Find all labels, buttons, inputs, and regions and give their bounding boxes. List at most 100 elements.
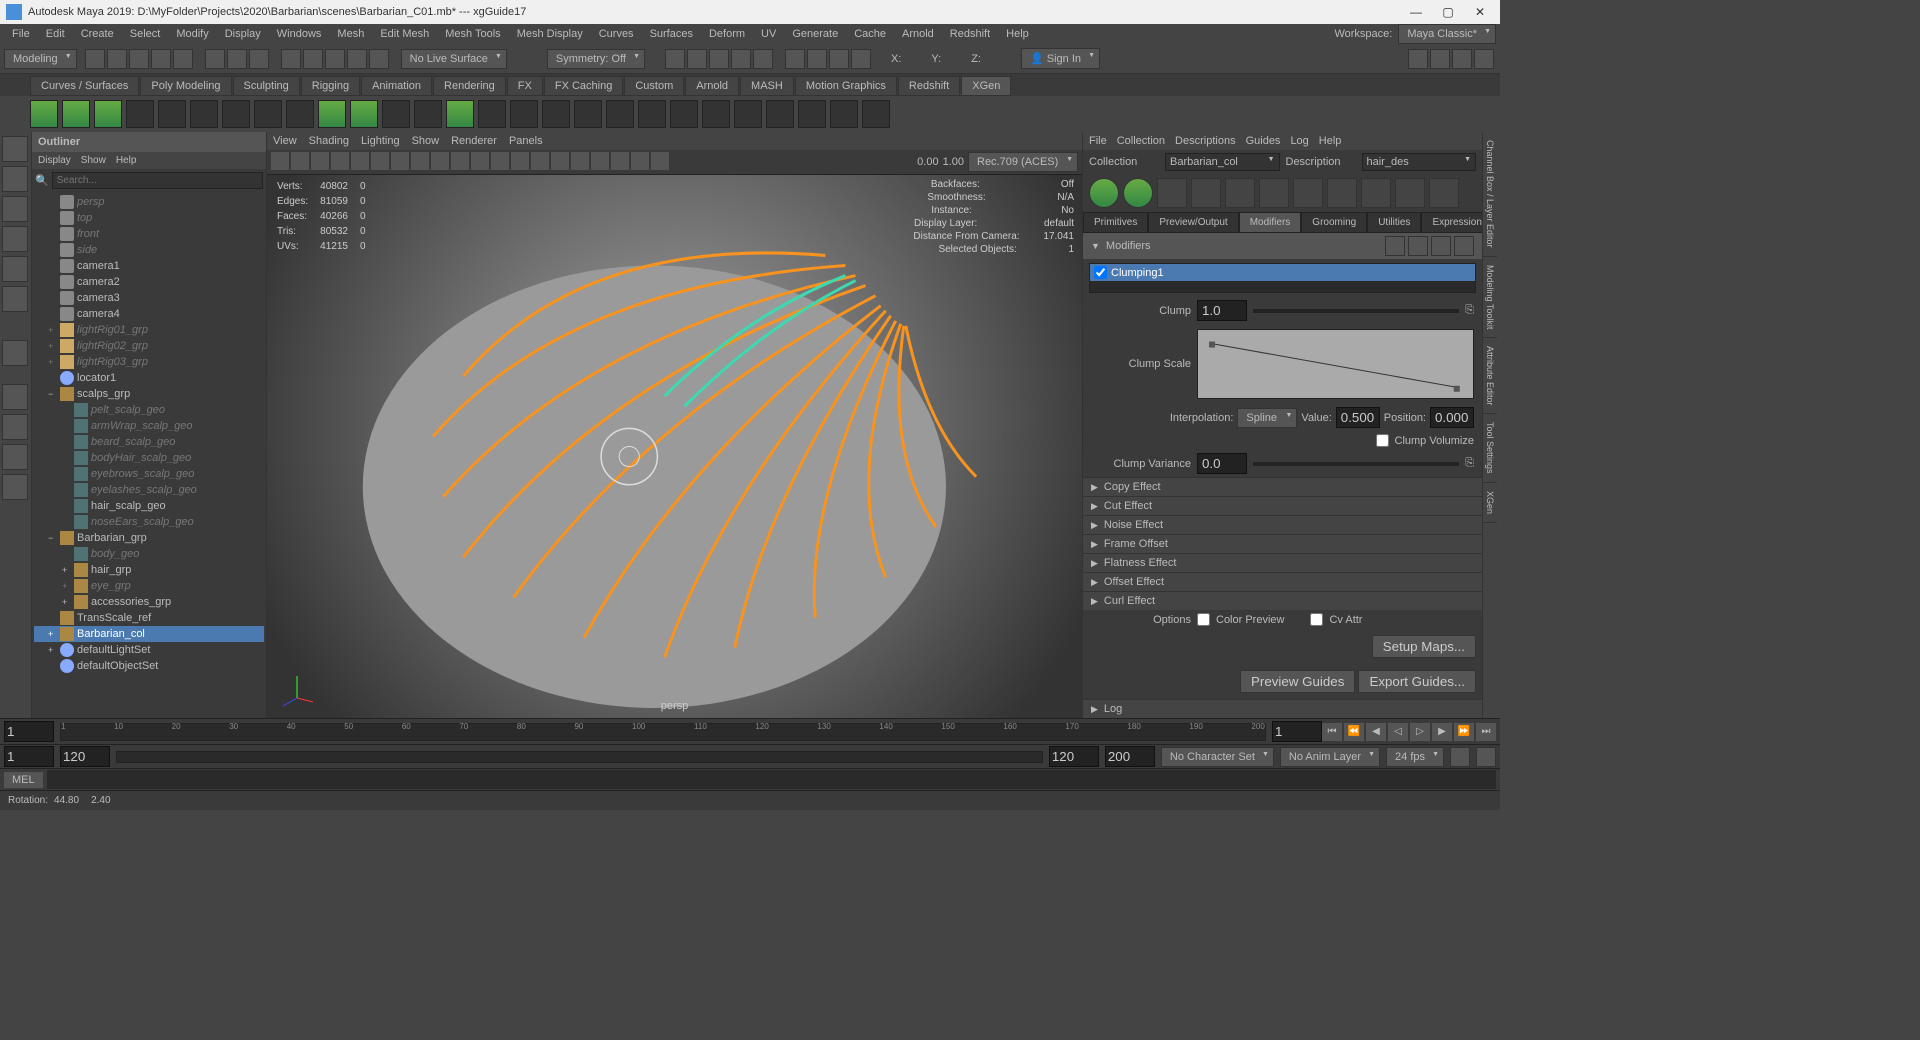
- tree-item[interactable]: +lightRig02_grp: [34, 338, 264, 354]
- log-section[interactable]: ▶Log: [1083, 699, 1482, 718]
- collection-dropdown[interactable]: Barbarian_col: [1165, 153, 1280, 171]
- tree-item[interactable]: beard_scalp_geo: [34, 434, 264, 450]
- shelf-tab-curves[interactable]: Curves / Surfaces: [30, 76, 139, 96]
- xgen-shelf-icon[interactable]: [798, 100, 826, 128]
- xgen-tab-grooming[interactable]: Grooming: [1301, 212, 1367, 233]
- shelf-tab-anim[interactable]: Animation: [361, 76, 432, 96]
- tree-item[interactable]: +hair_grp: [34, 562, 264, 578]
- new-icon[interactable]: [85, 49, 105, 69]
- modifier-item[interactable]: Clumping1: [1090, 264, 1475, 281]
- description-dropdown[interactable]: hair_des: [1362, 153, 1477, 171]
- viewport-canvas[interactable]: persp: [267, 175, 1082, 718]
- lasso-icon[interactable]: [227, 49, 247, 69]
- xgen-shelf-icon[interactable]: [190, 100, 218, 128]
- mod-add-icon[interactable]: [1385, 236, 1405, 256]
- effect-row[interactable]: ▶Noise Effect: [1083, 515, 1482, 534]
- outliner-menu-display[interactable]: Display: [38, 155, 71, 166]
- vp-icon[interactable]: [291, 152, 309, 170]
- effect-row[interactable]: ▶Copy Effect: [1083, 477, 1482, 496]
- clump-input[interactable]: [1197, 300, 1247, 321]
- rotate-tool[interactable]: [2, 256, 28, 282]
- xgen-icon[interactable]: [1157, 178, 1187, 208]
- xgen-tab-primitives[interactable]: Primitives: [1083, 212, 1148, 233]
- fps-dropdown[interactable]: 24 fps: [1386, 747, 1444, 767]
- open-icon[interactable]: [107, 49, 127, 69]
- right-tab-attribute[interactable]: Attribute Editor: [1483, 338, 1497, 415]
- vp-icon[interactable]: [391, 152, 409, 170]
- right-tab-channelbox[interactable]: Channel Box / Layer Editor: [1483, 132, 1497, 257]
- modifier-enable[interactable]: [1094, 266, 1107, 279]
- menu-curves[interactable]: Curves: [591, 26, 642, 42]
- play-fwd-icon[interactable]: [829, 49, 849, 69]
- effect-row[interactable]: ▶Frame Offset: [1083, 534, 1482, 553]
- vp-icon[interactable]: [431, 152, 449, 170]
- script-lang-button[interactable]: MEL: [4, 772, 43, 788]
- autokey-icon[interactable]: [1450, 747, 1470, 767]
- xgen-shelf-icon[interactable]: [446, 100, 474, 128]
- menu-create[interactable]: Create: [73, 26, 122, 42]
- menu-surfaces[interactable]: Surfaces: [642, 26, 701, 42]
- vp-icon[interactable]: [551, 152, 569, 170]
- xgen-shelf-icon[interactable]: [542, 100, 570, 128]
- xgen-shelf-icon[interactable]: [830, 100, 858, 128]
- symmetry-dropdown[interactable]: Symmetry: Off: [547, 49, 645, 69]
- range-start-input[interactable]: [4, 746, 54, 767]
- paint-icon[interactable]: [249, 49, 269, 69]
- vp-icon[interactable]: [571, 152, 589, 170]
- layout-two[interactable]: [2, 444, 28, 470]
- mod-del-icon[interactable]: [1408, 236, 1428, 256]
- live-surface-dropdown[interactable]: No Live Surface: [401, 49, 507, 69]
- preview-guides-button[interactable]: Preview Guides: [1240, 670, 1355, 693]
- menu-windows[interactable]: Windows: [269, 26, 330, 42]
- move-tool[interactable]: [2, 226, 28, 252]
- shelf-tab-custom[interactable]: Custom: [624, 76, 684, 96]
- tree-item[interactable]: side: [34, 242, 264, 258]
- menu-edit[interactable]: Edit: [38, 26, 73, 42]
- xgen-shelf-icon[interactable]: [222, 100, 250, 128]
- shelf-tab-arnold[interactable]: Arnold: [685, 76, 739, 96]
- xgen-shelf-icon[interactable]: [94, 100, 122, 128]
- outliner-menu-help[interactable]: Help: [116, 155, 137, 166]
- menu-file[interactable]: File: [4, 26, 38, 42]
- tree-item[interactable]: +accessories_grp: [34, 594, 264, 610]
- vp-icon[interactable]: [271, 152, 289, 170]
- timeline[interactable]: 1102030405060708090100110120130140150160…: [0, 718, 1500, 744]
- xgen-tab-utilities[interactable]: Utilities: [1367, 212, 1421, 233]
- interp-dropdown[interactable]: Spline: [1237, 408, 1297, 428]
- right-tab-xgen[interactable]: XGen: [1483, 483, 1497, 523]
- current-frame-input[interactable]: [4, 721, 54, 742]
- menu-deform[interactable]: Deform: [701, 26, 753, 42]
- cvattr-checkbox[interactable]: [1310, 613, 1323, 626]
- modifier-list[interactable]: Clumping1: [1089, 263, 1476, 293]
- effect-row[interactable]: ▶Cut Effect: [1083, 496, 1482, 515]
- lasso-tool[interactable]: [2, 166, 28, 192]
- next-key-button[interactable]: ▶: [1432, 723, 1452, 741]
- xgen-icon[interactable]: [1191, 178, 1221, 208]
- ipr-icon[interactable]: [687, 49, 707, 69]
- close-button[interactable]: ✕: [1466, 2, 1494, 22]
- variance-input[interactable]: [1197, 453, 1247, 474]
- shelf-tab-poly[interactable]: Poly Modeling: [140, 76, 231, 96]
- shelf-tab-sculpt[interactable]: Sculpting: [233, 76, 300, 96]
- xgen-shelf-icon[interactable]: [766, 100, 794, 128]
- range-end-input[interactable]: [1105, 746, 1155, 767]
- tree-item[interactable]: pelt_scalp_geo: [34, 402, 264, 418]
- go-end-button[interactable]: ⏭: [1476, 723, 1496, 741]
- scale-tool[interactable]: [2, 286, 28, 312]
- xgen-shelf-icon[interactable]: [702, 100, 730, 128]
- timeline-track[interactable]: 1102030405060708090100110120130140150160…: [60, 723, 1266, 741]
- effect-row[interactable]: ▶Curl Effect: [1083, 591, 1482, 610]
- expression-icon[interactable]: ⎘: [1465, 457, 1474, 470]
- tree-item[interactable]: +Barbarian_col: [34, 626, 264, 642]
- tree-item[interactable]: eyebrows_scalp_geo: [34, 466, 264, 482]
- vp-icon[interactable]: [451, 152, 469, 170]
- xgen-shelf-icon[interactable]: [638, 100, 666, 128]
- tree-item[interactable]: +defaultLightSet: [34, 642, 264, 658]
- charset-dropdown[interactable]: No Character Set: [1161, 747, 1274, 767]
- vp-icon[interactable]: [371, 152, 389, 170]
- volumize-checkbox[interactable]: [1376, 434, 1389, 447]
- prev-key-button[interactable]: ◀: [1366, 723, 1386, 741]
- xgen-icon[interactable]: [1293, 178, 1323, 208]
- mod-down-icon[interactable]: [1454, 236, 1474, 256]
- position-input[interactable]: [1430, 407, 1474, 428]
